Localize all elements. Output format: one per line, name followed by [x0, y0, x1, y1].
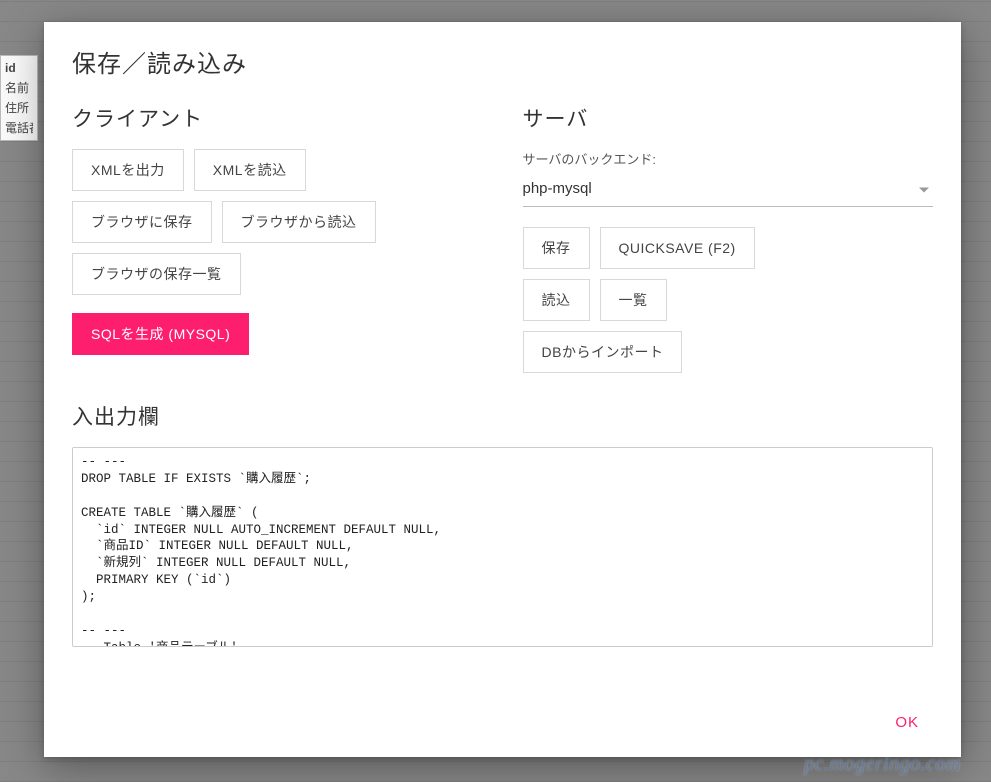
xml-import-button[interactable]: XMLを読込 — [194, 149, 306, 191]
sql-generate-button[interactable]: SQLを生成 (MYSQL) — [72, 313, 249, 355]
quicksave-button[interactable]: QUICKSAVE (F2) — [600, 227, 755, 269]
server-load-button[interactable]: 読込 — [523, 279, 590, 321]
server-heading: サーバ — [523, 103, 934, 133]
io-heading: 入出力欄 — [72, 401, 933, 431]
browser-list-button[interactable]: ブラウザの保存一覧 — [72, 253, 241, 295]
background-table-fields: id 名前 住所 電話番 — [0, 55, 38, 141]
server-section: サーバ サーバのバックエンド: php-mysql 保存 QUICKSAVE (… — [523, 103, 934, 383]
field-item: id — [5, 58, 33, 78]
dialog-title: 保存／読み込み — [72, 44, 933, 79]
client-section: クライアント XMLを出力 XMLを読込 ブラウザに保存 ブラウザから読込 ブラ… — [72, 103, 483, 383]
chevron-down-icon — [919, 188, 929, 193]
server-save-button[interactable]: 保存 — [523, 227, 590, 269]
xml-export-button[interactable]: XMLを出力 — [72, 149, 184, 191]
ok-button[interactable]: OK — [881, 706, 933, 739]
db-import-button[interactable]: DBからインポート — [523, 331, 683, 373]
field-item: 住所 — [5, 98, 33, 118]
client-heading: クライアント — [72, 103, 483, 133]
backend-select-value: php-mysql — [523, 180, 592, 197]
browser-save-button[interactable]: ブラウザに保存 — [72, 201, 212, 243]
io-section: 入出力欄 — [72, 401, 933, 686]
io-textarea[interactable] — [72, 447, 933, 647]
dialog-footer: OK — [72, 706, 933, 739]
field-item: 名前 — [5, 78, 33, 98]
backend-label: サーバのバックエンド: — [523, 149, 934, 168]
field-item: 電話番 — [5, 118, 33, 138]
server-list-button[interactable]: 一覧 — [600, 279, 667, 321]
backend-select[interactable]: php-mysql — [523, 174, 934, 207]
browser-load-button[interactable]: ブラウザから読込 — [222, 201, 376, 243]
save-load-dialog: 保存／読み込み クライアント XMLを出力 XMLを読込 ブラウザに保存 ブラウ… — [44, 22, 961, 757]
